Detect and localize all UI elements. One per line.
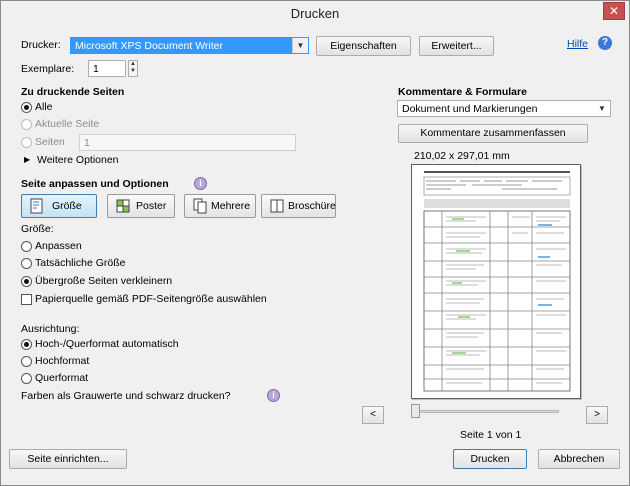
tab-multiple-label: Mehrere	[211, 200, 251, 212]
tab-booklet-label: Broschüre	[288, 200, 336, 212]
tab-poster-label: Poster	[136, 200, 167, 212]
info-icon[interactable]: i	[267, 389, 280, 402]
printer-select-value: Microsoft XPS Document Writer	[75, 40, 224, 52]
radio-shrink-oversized[interactable]	[21, 276, 32, 287]
comments-select[interactable]: Dokument und Markierungen ▼	[397, 100, 611, 117]
radio-portrait[interactable]	[21, 356, 32, 367]
close-icon[interactable]: ✕	[603, 2, 625, 20]
radio-shrink-oversized-label: Übergroße Seiten verkleinern	[35, 275, 173, 287]
properties-button[interactable]: Eigenschaften	[316, 36, 411, 56]
print-button[interactable]: Drucken	[453, 449, 527, 469]
zoom-slider-thumb[interactable]	[411, 404, 420, 418]
print-dialog: Drucken ✕ Drucker: Microsoft XPS Documen…	[0, 0, 630, 486]
expand-triangle-icon[interactable]: ▶	[24, 155, 30, 164]
radio-pages-label: Seiten	[35, 136, 65, 148]
printer-select[interactable]: Microsoft XPS Document Writer ▼	[70, 37, 309, 54]
sizing-heading: Seite anpassen und Optionen	[21, 178, 169, 190]
multiple-pages-icon	[193, 198, 207, 214]
summarize-comments-button[interactable]: Kommentare zusammenfassen	[398, 124, 588, 143]
copies-label: Exemplare:	[21, 63, 75, 75]
paper-source-checkbox[interactable]	[21, 294, 32, 305]
radio-all[interactable]	[21, 102, 32, 113]
advanced-button[interactable]: Erweitert...	[419, 36, 494, 56]
help-link[interactable]: Hilfe	[567, 38, 588, 50]
pages-range-input[interactable]: 1	[79, 134, 296, 151]
radio-auto-orientation[interactable]	[21, 339, 32, 350]
comments-heading: Kommentare & Formulare	[398, 86, 527, 98]
info-icon[interactable]: i	[194, 177, 207, 190]
grayscale-label: Farben als Grauwerte und schwarz drucken…	[21, 390, 231, 402]
radio-fit[interactable]	[21, 241, 32, 252]
booklet-icon	[270, 199, 284, 213]
previous-page-button[interactable]: <	[362, 406, 384, 424]
pages-range-value: 1	[84, 137, 90, 149]
page-setup-button[interactable]: Seite einrichten...	[9, 449, 127, 469]
radio-actual-size[interactable]	[21, 258, 32, 269]
stepper-down-icon[interactable]: ▼	[129, 68, 137, 75]
paper-source-label: Papierquelle gemäß PDF-Seitengröße auswä…	[35, 293, 267, 305]
tab-multiple[interactable]: Mehrere	[184, 194, 256, 218]
page-preview	[411, 164, 581, 399]
comments-select-value: Dokument und Markierungen	[402, 103, 538, 115]
poster-icon	[116, 199, 130, 213]
size-icon	[30, 198, 43, 214]
document-thumbnail	[423, 171, 571, 392]
zoom-slider-track[interactable]	[414, 410, 559, 413]
page-status: Seite 1 von 1	[460, 429, 522, 441]
radio-all-label: Alle	[35, 101, 53, 113]
cancel-button[interactable]: Abbrechen	[538, 449, 620, 469]
copies-value: 1	[93, 63, 99, 75]
help-icon[interactable]: ?	[598, 36, 612, 50]
radio-pages[interactable]	[21, 137, 32, 148]
radio-current-page-label: Aktuelle Seite	[35, 118, 100, 130]
radio-fit-label: Anpassen	[35, 240, 82, 252]
chevron-down-icon[interactable]: ▼	[594, 101, 610, 116]
size-label: Größe:	[21, 223, 54, 235]
pages-heading: Zu druckende Seiten	[21, 86, 125, 98]
orientation-label: Ausrichtung:	[21, 323, 80, 335]
printer-label: Drucker:	[21, 39, 61, 51]
radio-landscape[interactable]	[21, 373, 32, 384]
tab-size-label: Größe	[52, 200, 82, 212]
tab-booklet[interactable]: Broschüre	[261, 194, 336, 218]
radio-landscape-label: Querformat	[35, 372, 89, 384]
radio-auto-orientation-label: Hoch-/Querformat automatisch	[35, 338, 179, 350]
paper-size-text: 210,02 x 297,01 mm	[414, 150, 510, 162]
radio-actual-size-label: Tatsächliche Größe	[35, 257, 126, 269]
next-page-button[interactable]: >	[586, 406, 608, 424]
tab-poster[interactable]: Poster	[107, 194, 175, 218]
title-bar: Drucken ✕	[1, 1, 629, 28]
chevron-down-icon[interactable]: ▼	[292, 38, 308, 53]
window-title: Drucken	[290, 6, 340, 21]
radio-current-page[interactable]	[21, 119, 32, 130]
radio-portrait-label: Hochformat	[35, 355, 90, 367]
stepper-up-icon[interactable]: ▲	[129, 61, 137, 68]
tab-size[interactable]: Größe	[21, 194, 97, 218]
copies-input[interactable]: 1	[88, 60, 126, 77]
copies-stepper[interactable]: ▲ ▼	[128, 60, 138, 77]
more-options-link[interactable]: Weitere Optionen	[37, 154, 119, 166]
